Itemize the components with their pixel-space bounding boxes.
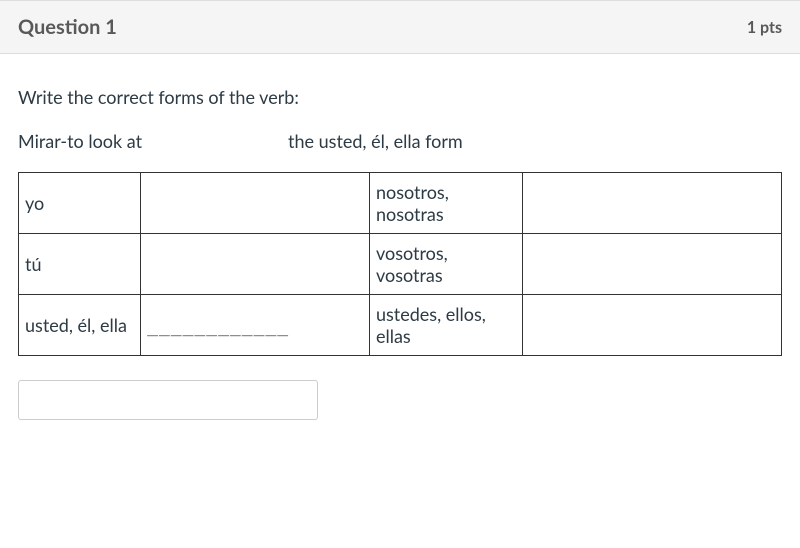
pronoun-cell: nosotros, nosotras xyxy=(369,173,522,234)
table-row: yo nosotros, nosotras xyxy=(19,173,782,234)
pronoun-cell: usted, él, ella xyxy=(19,295,141,356)
pronoun-cell: vosotros, vosotras xyxy=(369,234,522,295)
question-header: Question 1 1 pts xyxy=(0,0,800,54)
instruction-text: Write the correct forms of the verb: xyxy=(18,86,782,108)
question-points: 1 pts xyxy=(747,18,782,37)
blank-line: ____________ xyxy=(147,316,289,337)
table-row: usted, él, ella ____________ ustedes, el… xyxy=(19,295,782,356)
conjugation-table: yo nosotros, nosotras tú vosotros, vosot… xyxy=(18,172,782,356)
answer-cell xyxy=(141,173,370,234)
question-body: Write the correct forms of the verb: Mir… xyxy=(0,54,800,440)
pronoun-cell: yo xyxy=(19,173,141,234)
answer-input[interactable] xyxy=(18,380,318,420)
answer-cell xyxy=(522,295,781,356)
answer-cell xyxy=(522,234,781,295)
answer-cell xyxy=(522,173,781,234)
pronoun-cell: tú xyxy=(19,234,141,295)
question-title: Question 1 xyxy=(18,15,117,39)
form-info: the usted, él, ella form xyxy=(288,130,782,152)
verb-line: Mirar-to look at the usted, él, ella for… xyxy=(18,130,782,152)
pronoun-cell: ustedes, ellos, ellas xyxy=(369,295,522,356)
answer-cell xyxy=(141,234,370,295)
table-row: tú vosotros, vosotras xyxy=(19,234,782,295)
verb-info: Mirar-to look at xyxy=(18,130,288,152)
answer-cell: ____________ xyxy=(141,295,370,356)
